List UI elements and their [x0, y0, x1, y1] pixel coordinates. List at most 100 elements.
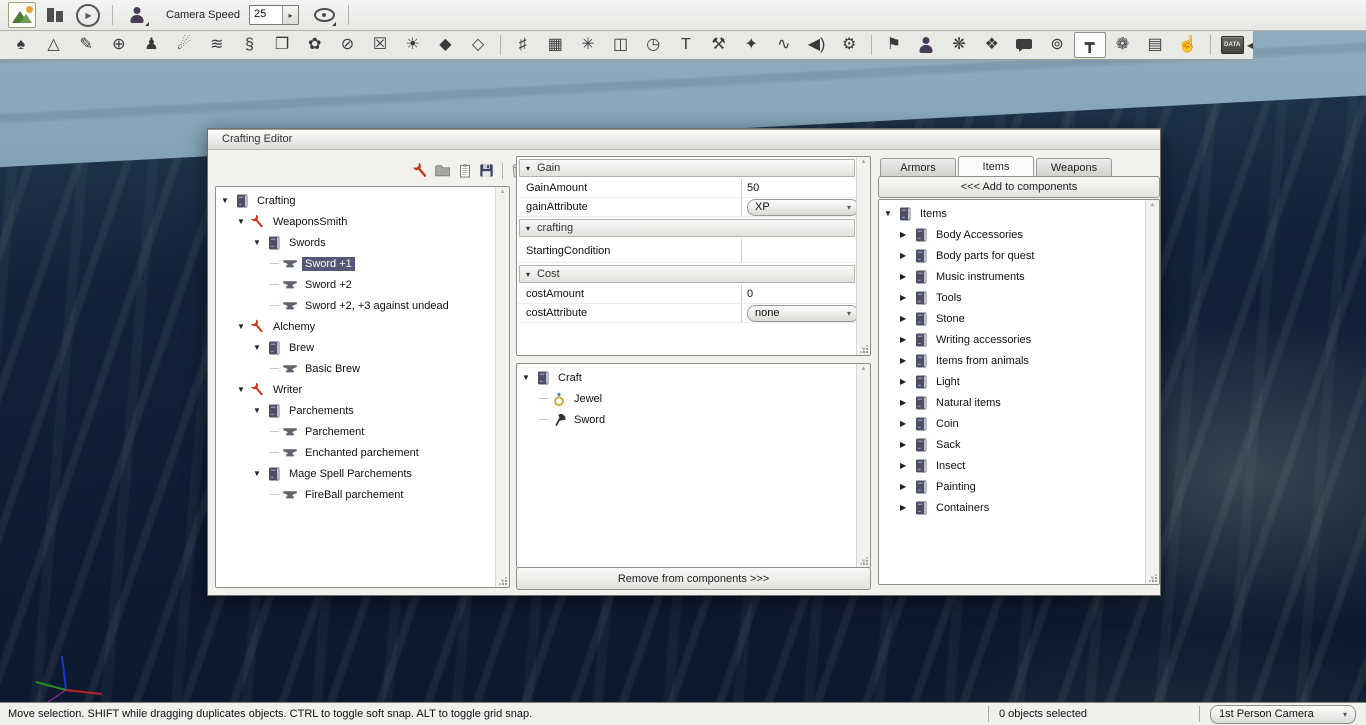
tree-item[interactable]: ▼ Alchemy — [216, 316, 496, 337]
avatar-mode-button[interactable] — [123, 2, 151, 28]
tree-item[interactable]: Sword — [517, 409, 857, 430]
expander-icon[interactable]: ▼ — [253, 343, 266, 352]
leaf-tool-icon[interactable]: ✿ — [299, 32, 331, 58]
visibility-button[interactable] — [310, 2, 338, 28]
stepper-arrow-icon[interactable]: ▸ — [282, 6, 298, 24]
expander-icon[interactable] — [269, 263, 282, 264]
node-graph-icon[interactable]: ❖ — [976, 32, 1008, 58]
remove-from-components-button[interactable]: Remove from components >>> — [516, 567, 871, 590]
tree-item[interactable]: ▶ Painting — [879, 476, 1146, 497]
tree-item[interactable]: ▶ Sack — [879, 434, 1146, 455]
dialog-bubble-icon[interactable] — [1009, 32, 1041, 58]
cost-attribute-dropdown[interactable]: none ▾ — [747, 305, 859, 322]
separator[interactable] — [871, 35, 872, 55]
tree-item[interactable]: Enchanted parchement — [216, 442, 496, 463]
globe-icon[interactable]: ⊕ — [103, 32, 135, 58]
expander-icon[interactable] — [538, 398, 551, 399]
comet-tool-icon[interactable]: ☄ — [168, 32, 200, 58]
mountain-tool-icon[interactable]: △ — [38, 32, 70, 58]
scrollbar[interactable]: ▲ ▼ — [856, 364, 870, 567]
gain-amount-field[interactable]: 50 — [742, 182, 857, 194]
expander-icon[interactable] — [269, 431, 282, 432]
expander-icon[interactable]: ▶ — [900, 293, 913, 302]
data-button[interactable]: DATA — [1216, 32, 1248, 58]
play-button[interactable]: ▶ — [74, 2, 102, 28]
calendar-icon[interactable]: ▤ — [1139, 32, 1171, 58]
expander-icon[interactable]: ▶ — [900, 440, 913, 449]
expander-icon[interactable] — [269, 494, 282, 495]
expander-icon[interactable]: ▼ — [237, 385, 250, 394]
npc-person-icon[interactable] — [911, 32, 943, 58]
tree-item[interactable]: ▼ Writer — [216, 379, 496, 400]
resize-grip[interactable] — [859, 556, 868, 565]
terrain-paint-icon[interactable]: ✎ — [70, 32, 102, 58]
tree-item[interactable]: ▶ Insect — [879, 455, 1146, 476]
tree-item[interactable]: ▶ Body parts for quest — [879, 245, 1146, 266]
expander-icon[interactable]: ▶ — [900, 314, 913, 323]
selection-box-icon[interactable]: ☒ — [364, 32, 396, 58]
tab-items[interactable]: Items — [958, 156, 1034, 177]
tree-item[interactable]: ▼ Parchements — [216, 400, 496, 421]
tree-item[interactable]: Parchement — [216, 421, 496, 442]
stamp-tool-icon[interactable]: ♟ — [136, 32, 168, 58]
sun-light-icon[interactable]: ☀ — [397, 32, 429, 58]
tab-weapons[interactable]: Weapons — [1036, 158, 1112, 177]
scroll-up-icon[interactable]: ▲ — [861, 366, 867, 372]
open-folder-icon[interactable] — [433, 161, 452, 180]
tree-item[interactable]: Sword +1 — [216, 253, 496, 274]
cube-wire-icon[interactable]: ◇ — [462, 32, 494, 58]
tree-item[interactable]: ▶ Coin — [879, 413, 1146, 434]
window-titlebar[interactable]: Crafting Editor — [208, 129, 1160, 150]
camera-speed-value[interactable]: 25 — [250, 6, 282, 24]
tree-item[interactable]: ▶ Light — [879, 371, 1146, 392]
tshirt-icon[interactable]: T — [670, 32, 702, 58]
tree-item[interactable]: ▶ Containers — [879, 497, 1146, 518]
scroll-up-icon[interactable]: ▲ — [861, 159, 867, 165]
camera-speed-stepper[interactable]: 25 ▸ — [249, 5, 299, 25]
wheel-emblem-icon[interactable]: ✳ — [572, 32, 604, 58]
expander-icon[interactable]: ▶ — [900, 482, 913, 491]
scrollbar[interactable]: ▲ ▼ — [856, 157, 870, 355]
paste-document-icon[interactable] — [455, 161, 474, 180]
expander-icon[interactable]: ▼ — [221, 196, 234, 205]
bug-icon[interactable]: ❋ — [943, 32, 975, 58]
mixer-sliders-icon[interactable]: ♯ — [507, 32, 539, 58]
expander-icon[interactable]: ▶ — [900, 356, 913, 365]
thumbs-up-icon[interactable]: ☝ — [1172, 32, 1204, 58]
section-header-cost[interactable]: ▾ Cost — [519, 265, 855, 283]
expander-icon[interactable] — [269, 368, 282, 369]
tree-item[interactable]: Sword +2, +3 against undead — [216, 295, 496, 316]
expander-icon[interactable] — [269, 452, 282, 453]
tree-item[interactable]: Jewel — [517, 388, 857, 409]
separator[interactable] — [500, 35, 501, 55]
scroll-up-icon[interactable]: ▲ — [1150, 202, 1156, 208]
expander-icon[interactable] — [538, 419, 551, 420]
expander-icon[interactable]: ▶ — [900, 503, 913, 512]
camera-mode-dropdown[interactable]: 1st Person Camera ▾ — [1210, 705, 1356, 724]
tree-item[interactable]: ▼ Brew — [216, 337, 496, 358]
resize-grip[interactable] — [498, 576, 507, 585]
resize-grip[interactable] — [859, 344, 868, 353]
expander-icon[interactable] — [269, 284, 282, 285]
add-to-components-button[interactable]: <<< Add to components — [878, 176, 1160, 198]
tree-item[interactable]: ▼ Craft — [517, 367, 857, 388]
expander-icon[interactable]: ▶ — [900, 251, 913, 260]
cost-amount-field[interactable]: 0 — [742, 288, 857, 300]
tree-item[interactable]: ▶ Natural items — [879, 392, 1146, 413]
save-icon[interactable] — [477, 161, 496, 180]
tree-item[interactable]: ▼ Mage Spell Parchements — [216, 463, 496, 484]
cube-solid-icon[interactable]: ◆ — [430, 32, 462, 58]
tree-item[interactable]: ▼ Items — [879, 203, 1146, 224]
compass-icon[interactable]: ⊘ — [332, 32, 364, 58]
trees-tool-icon[interactable]: ♠ — [5, 32, 37, 58]
tree-item[interactable]: ▶ Items from animals — [879, 350, 1146, 371]
expander-icon[interactable]: ▼ — [522, 373, 535, 382]
river-tool-icon[interactable]: ≋ — [201, 32, 233, 58]
tree-item[interactable]: ▶ Body Accessories — [879, 224, 1146, 245]
tree-item[interactable]: ▶ Tools — [879, 287, 1146, 308]
tree-item[interactable]: ▶ Music instruments — [879, 266, 1146, 287]
tree-item[interactable]: ▶ Stone — [879, 308, 1146, 329]
gain-attribute-dropdown[interactable]: XP ▾ — [747, 199, 859, 216]
expander-icon[interactable]: ▶ — [900, 419, 913, 428]
book-editor-icon[interactable]: ◫ — [605, 32, 637, 58]
